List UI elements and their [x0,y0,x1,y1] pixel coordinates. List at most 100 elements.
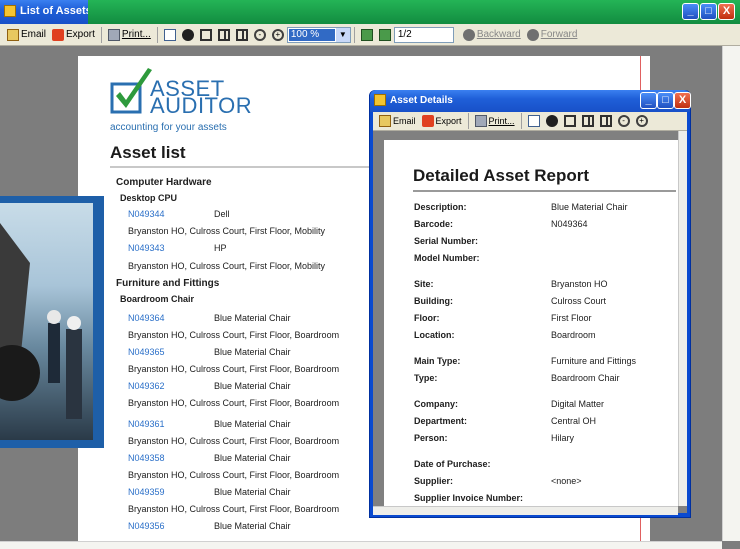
details-single-page-button[interactable] [561,112,579,130]
main-vertical-scrollbar[interactable] [722,46,740,541]
details-find-button[interactable] [543,112,561,130]
asset-barcode-link[interactable]: N049358 [128,453,165,463]
details-report-page [384,140,678,506]
asset-description: Blue Material Chair [214,487,291,497]
logo-tagline: accounting for your assets [110,122,227,133]
field-label: Supplier Invoice Number: [414,493,524,503]
details-export-button[interactable]: Export [419,112,465,130]
asset-location: Bryanston HO, Culross Court, First Floor… [128,470,340,480]
next-page-icon [378,28,391,41]
asset-barcode-link[interactable]: N049359 [128,487,165,497]
printer-icon [474,115,487,127]
details-report-heading: Detailed Asset Report [413,166,590,185]
copy-icon [527,115,540,127]
asset-description: Blue Material Chair [214,419,291,429]
field-label: Supplier: [414,476,454,486]
details-multi-page-button[interactable] [579,112,597,130]
logo-line-2: AUDITOR [150,93,253,118]
export-label: Export [66,29,95,40]
find-button[interactable] [179,26,197,44]
page-width-icon [235,28,248,41]
asset-location: Bryanston HO, Culross Court, First Floor… [128,364,340,374]
report-heading: Asset list [110,143,186,162]
asset-description: Blue Material Chair [214,453,291,463]
details-zoom-in-button[interactable]: + [633,112,651,130]
field-value: N049364 [551,219,588,229]
details-toolbar: Email Export Print... - + [373,112,687,131]
email-label: Email [21,29,47,40]
minimize-button[interactable]: _ [682,3,699,20]
page-number-input[interactable]: 1/2 [393,26,454,43]
app-icon [4,5,16,17]
asset-description: Blue Material Chair [214,347,291,357]
asset-barcode-link[interactable]: N049365 [128,347,165,357]
field-value: Boardroom [551,330,596,340]
multi-page-icon [217,28,230,41]
toolbar-separator [520,113,522,129]
asset-location: Bryanston HO, Culross Court, First Floor… [128,504,340,514]
next-page-button[interactable] [376,26,394,44]
asset-description: HP [214,243,227,253]
field-value: Culross Court [551,296,607,306]
zoom-out-icon: - [253,28,266,41]
details-maximize-button[interactable]: □ [657,92,674,109]
asset-barcode-link[interactable]: N049343 [128,243,165,253]
zoom-select[interactable]: 100 % ▼ [286,26,351,43]
field-value: Digital Matter [551,399,605,409]
field-label: Department: [414,416,468,426]
field-label: Type: [414,373,438,383]
main-horizontal-scrollbar[interactable] [0,541,722,549]
email-button[interactable]: Email [4,26,49,44]
field-label: Floor: [414,313,440,323]
details-print-button[interactable]: Print... [472,112,518,130]
print-button[interactable]: Print... [105,26,154,44]
back-arrow-icon [462,28,475,41]
details-email-button[interactable]: Email [376,112,419,130]
single-page-button[interactable] [197,26,215,44]
zoom-in-button[interactable]: + [269,26,287,44]
details-page-width-button[interactable] [597,112,615,130]
field-value: Blue Material Chair [551,202,628,212]
maximize-button[interactable]: □ [700,3,717,20]
export-button[interactable]: Export [49,26,98,44]
zoom-in-icon: + [635,115,648,127]
details-close-button[interactable]: X [674,92,691,109]
close-button[interactable]: X [718,3,735,20]
zoom-out-icon: - [617,115,630,127]
forward-button[interactable]: Forward [524,26,581,44]
single-page-icon [563,115,576,127]
chevron-down-icon: ▼ [335,27,350,42]
copy-button[interactable] [161,26,179,44]
binoculars-icon [545,115,558,127]
asset-barcode-link[interactable]: N049356 [128,521,165,531]
zoom-out-button[interactable]: - [251,26,269,44]
export-icon [52,28,65,41]
details-copy-button[interactable] [525,112,543,130]
details-minimize-button[interactable]: _ [640,92,657,109]
zoom-value: 100 % [288,28,335,41]
prev-page-button[interactable] [358,26,376,44]
field-label: Person: [414,433,448,443]
asset-barcode-link[interactable]: N049344 [128,209,165,219]
asset-location: Bryanston HO, Culross Court, First Floor… [128,330,340,340]
details-window-title: Asset Details [390,95,453,106]
prev-page-icon [360,28,373,41]
backward-button[interactable]: Backward [460,26,524,44]
asset-type-heading: Boardroom Chair [120,294,195,304]
details-vertical-scrollbar[interactable] [678,131,687,506]
field-label: Serial Number: [414,236,479,246]
asset-barcode-link[interactable]: N049361 [128,419,165,429]
details-zoom-out-button[interactable]: - [615,112,633,130]
details-horizontal-scrollbar[interactable] [373,506,678,515]
details-app-icon [374,94,386,106]
export-icon [421,115,434,127]
page-width-button[interactable] [233,26,251,44]
asset-description: Blue Material Chair [214,381,291,391]
multi-page-button[interactable] [215,26,233,44]
field-value: Bryanston HO [551,279,608,289]
asset-barcode-link[interactable]: N049364 [128,313,165,323]
asset-barcode-link[interactable]: N049362 [128,381,165,391]
copy-icon [163,28,176,41]
field-label: Building: [414,296,453,306]
details-print-label: Print... [488,116,515,126]
